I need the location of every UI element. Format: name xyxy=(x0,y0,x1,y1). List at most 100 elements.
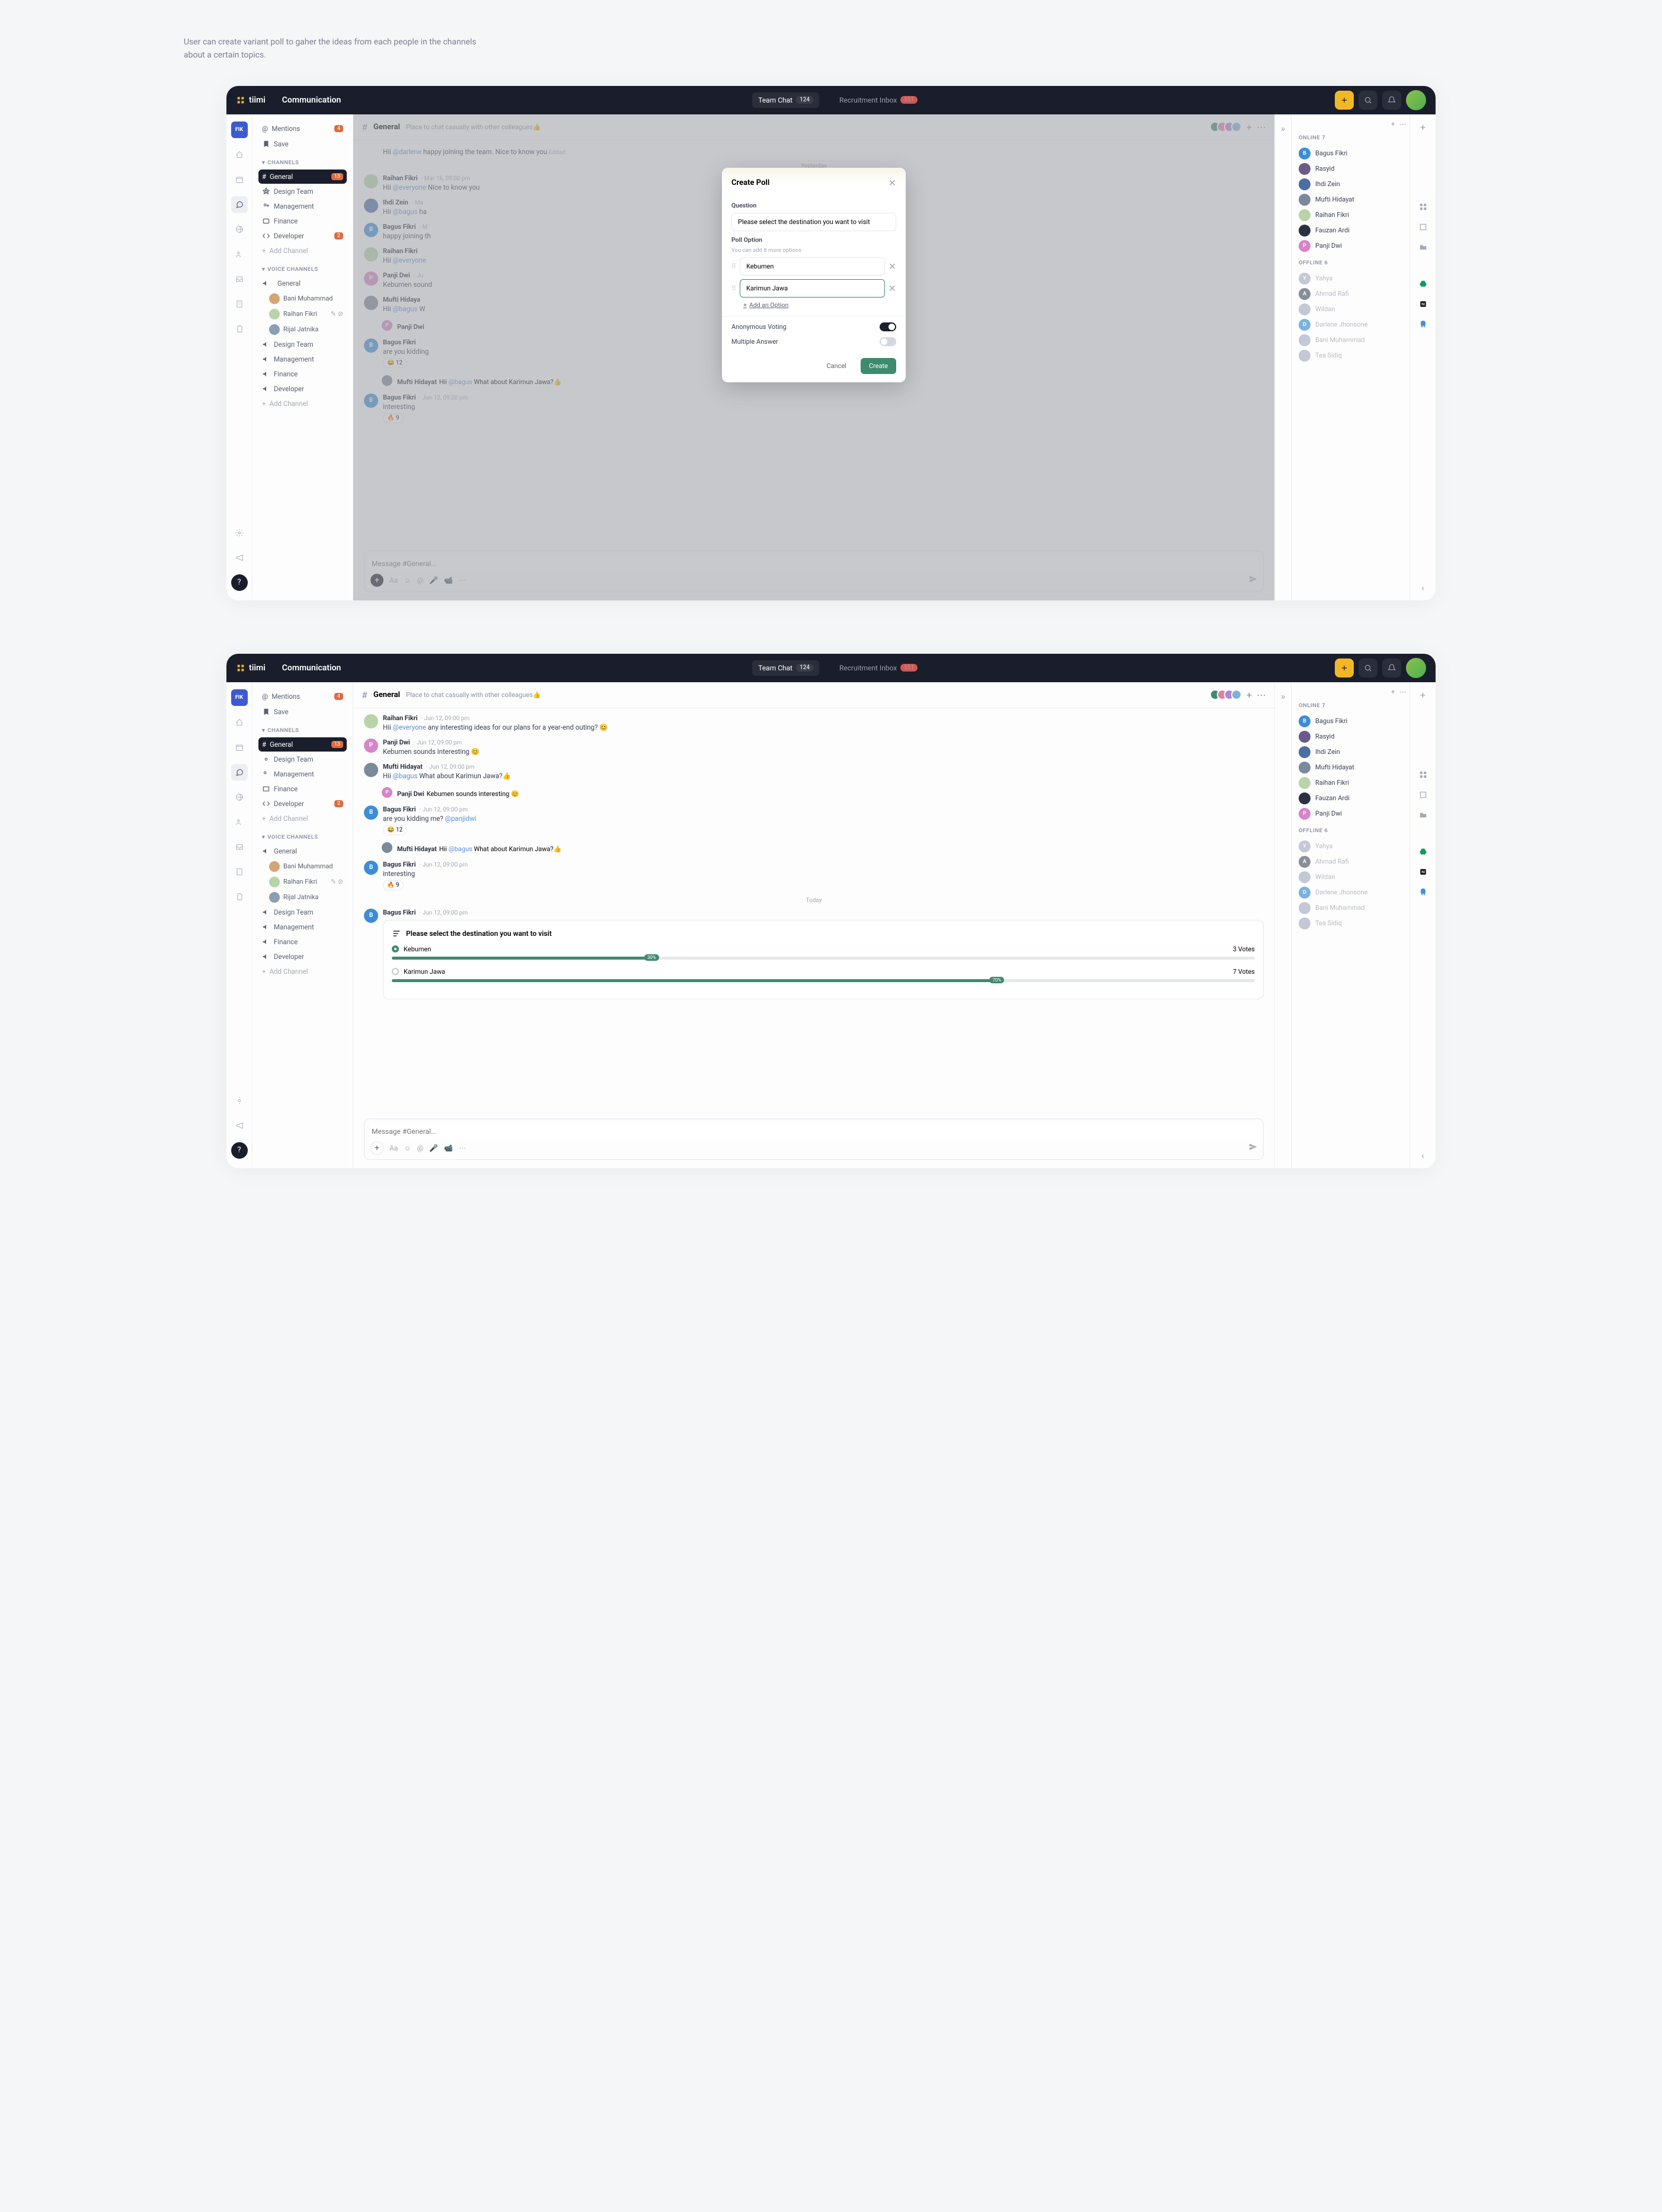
save-item[interactable]: Save xyxy=(258,137,347,151)
channel-general[interactable]: #General13 xyxy=(258,737,347,752)
tray-add[interactable]: + xyxy=(1420,689,1426,701)
voice-management[interactable]: Management xyxy=(258,920,347,934)
member-item[interactable]: Bani Muhammad xyxy=(1299,333,1402,348)
member-search[interactable] xyxy=(1303,688,1386,696)
tooth-icon[interactable] xyxy=(1417,886,1430,899)
close-icon[interactable]: ✕ xyxy=(888,177,896,188)
voice-member[interactable]: Raihan Fikri✎ ⊘ xyxy=(258,306,347,322)
add-option[interactable]: + Add an Option xyxy=(743,301,896,309)
channel-management[interactable]: Management xyxy=(258,767,347,781)
voice-member[interactable]: Bani Muhammad xyxy=(258,291,347,306)
calendar-icon[interactable] xyxy=(231,739,248,756)
voice-design[interactable]: Design Team xyxy=(258,905,347,919)
member-item[interactable]: Tea Sidiq xyxy=(1299,348,1402,363)
notion-icon[interactable] xyxy=(1417,298,1430,311)
channel-developer[interactable]: Developer2 xyxy=(258,229,347,243)
app-logo[interactable]: tiimi xyxy=(236,95,282,105)
remove-option[interactable]: ✕ xyxy=(888,261,896,272)
add-icon[interactable]: + xyxy=(1391,120,1395,128)
member-item[interactable]: Rasyid xyxy=(1299,729,1402,744)
search-button[interactable] xyxy=(1359,91,1377,110)
message-composer[interactable]: + Aa ☺ @ 🎤 📹 ⋯ xyxy=(364,1118,1264,1160)
drive-icon[interactable] xyxy=(1417,845,1430,858)
message[interactable]: P Panji Dwi· Jun 12, 09:00 pm Kebumen so… xyxy=(364,739,1264,756)
message[interactable]: B Bagus Fikri· Jun 12, 09:00 pm interest… xyxy=(364,861,1264,890)
document-icon[interactable] xyxy=(231,321,248,337)
add-button[interactable] xyxy=(1335,659,1354,677)
video-icon[interactable]: 📹 xyxy=(444,1144,453,1152)
apps-icon[interactable] xyxy=(1417,768,1430,781)
notifications-button[interactable] xyxy=(1382,659,1401,677)
member-search[interactable] xyxy=(1303,120,1386,128)
multi-toggle[interactable] xyxy=(880,337,896,346)
anon-toggle[interactable] xyxy=(880,322,896,331)
member-item[interactable]: PPanji Dwi xyxy=(1299,238,1402,254)
add-icon[interactable]: + xyxy=(1391,688,1395,696)
member-item[interactable]: Raihan Fikri xyxy=(1299,207,1402,223)
remove-option[interactable]: ✕ xyxy=(888,283,896,294)
more-icon[interactable]: ⋯ xyxy=(1257,689,1266,701)
poll-option-input[interactable] xyxy=(740,257,885,276)
message[interactable]: Mufti Hidayat Hii @bagus What about Kari… xyxy=(382,842,1264,854)
mentions-item[interactable]: @Mentions4 xyxy=(258,689,347,704)
member-item[interactable]: Wildan xyxy=(1299,302,1402,317)
voice-member[interactable]: Rijal Jatnika xyxy=(258,322,347,337)
channel-finance[interactable]: Finance xyxy=(258,214,347,228)
send-icon[interactable] xyxy=(1249,1143,1257,1153)
voice-member[interactable]: Raihan Fikri✎ ⊘ xyxy=(258,874,347,890)
voice-design[interactable]: Design Team xyxy=(258,337,347,351)
tab-team-chat[interactable]: Team Chat124 xyxy=(752,660,819,676)
note-icon[interactable] xyxy=(1417,788,1430,801)
workspace-icon[interactable]: FIK xyxy=(231,122,248,138)
member-item[interactable]: BBagus Fikri xyxy=(1299,146,1402,161)
drag-icon[interactable]: ⠿ xyxy=(731,263,736,270)
tray-add[interactable]: + xyxy=(1420,122,1426,133)
inbox-icon[interactable] xyxy=(231,839,248,855)
add-voice-channel[interactable]: +Add Channel xyxy=(258,397,347,411)
mic-icon[interactable]: 🎤 xyxy=(429,1144,438,1152)
voice-member[interactable]: Bani Muhammad xyxy=(258,859,347,874)
folder-icon[interactable] xyxy=(1417,808,1430,821)
member-item[interactable]: YYahya xyxy=(1299,839,1402,854)
more-icon[interactable]: ⋯ xyxy=(1399,688,1406,696)
member-item[interactable]: Raihan Fikri xyxy=(1299,775,1402,791)
document-icon[interactable] xyxy=(231,888,248,905)
member-item[interactable]: Wildan xyxy=(1299,870,1402,885)
voice-general[interactable]: General xyxy=(258,276,347,290)
drive-icon[interactable] xyxy=(1417,277,1430,290)
poll-option[interactable]: Karimun Jawa7 Votes 70% xyxy=(392,968,1255,982)
save-item[interactable]: Save xyxy=(258,705,347,719)
help-button[interactable]: ? xyxy=(231,1142,248,1159)
channel-finance[interactable]: Finance xyxy=(258,782,347,796)
channel-developer[interactable]: Developer2 xyxy=(258,797,347,811)
member-item[interactable]: BBagus Fikri xyxy=(1299,714,1402,729)
more-icon[interactable]: ⋯ xyxy=(459,1144,466,1152)
folder-icon[interactable] xyxy=(1417,241,1430,254)
voice-finance[interactable]: Finance xyxy=(258,367,347,381)
voice-member[interactable]: Rijal Jatnika xyxy=(258,890,347,905)
home-icon[interactable] xyxy=(231,146,248,163)
channel-design[interactable]: Design Team xyxy=(258,184,347,199)
help-button[interactable]: ? xyxy=(231,574,248,591)
settings-icon[interactable] xyxy=(231,1092,248,1109)
add-channel[interactable]: +Add Channel xyxy=(258,811,347,826)
tray-collapse[interactable]: ‹ xyxy=(1421,582,1424,593)
message[interactable]: B Bagus Fikri· Jun 12, 09:00 pm are you … xyxy=(364,805,1264,835)
member-item[interactable]: Ihdi Zein xyxy=(1299,177,1402,192)
building-icon[interactable] xyxy=(231,296,248,312)
poll-option[interactable]: Kebumen3 Votes 30% xyxy=(392,945,1255,960)
tab-team-chat[interactable]: Team Chat124 xyxy=(752,92,819,108)
member-item[interactable]: Mufti Hidayat xyxy=(1299,192,1402,207)
question-input[interactable] xyxy=(731,213,896,231)
tab-recruitment[interactable]: Recruitment Inbox551 xyxy=(833,92,923,108)
building-icon[interactable] xyxy=(231,864,248,880)
add-button[interactable] xyxy=(1335,91,1354,110)
notifications-button[interactable] xyxy=(1382,91,1401,110)
user-avatar[interactable] xyxy=(1406,658,1426,678)
chat-icon[interactable] xyxy=(231,764,248,781)
apps-icon[interactable] xyxy=(1417,200,1430,213)
channel-design[interactable]: Design Team xyxy=(258,752,347,766)
voice-finance[interactable]: Finance xyxy=(258,935,347,949)
workspace-icon[interactable]: FIK xyxy=(231,689,248,706)
tooth-icon[interactable] xyxy=(1417,318,1430,331)
